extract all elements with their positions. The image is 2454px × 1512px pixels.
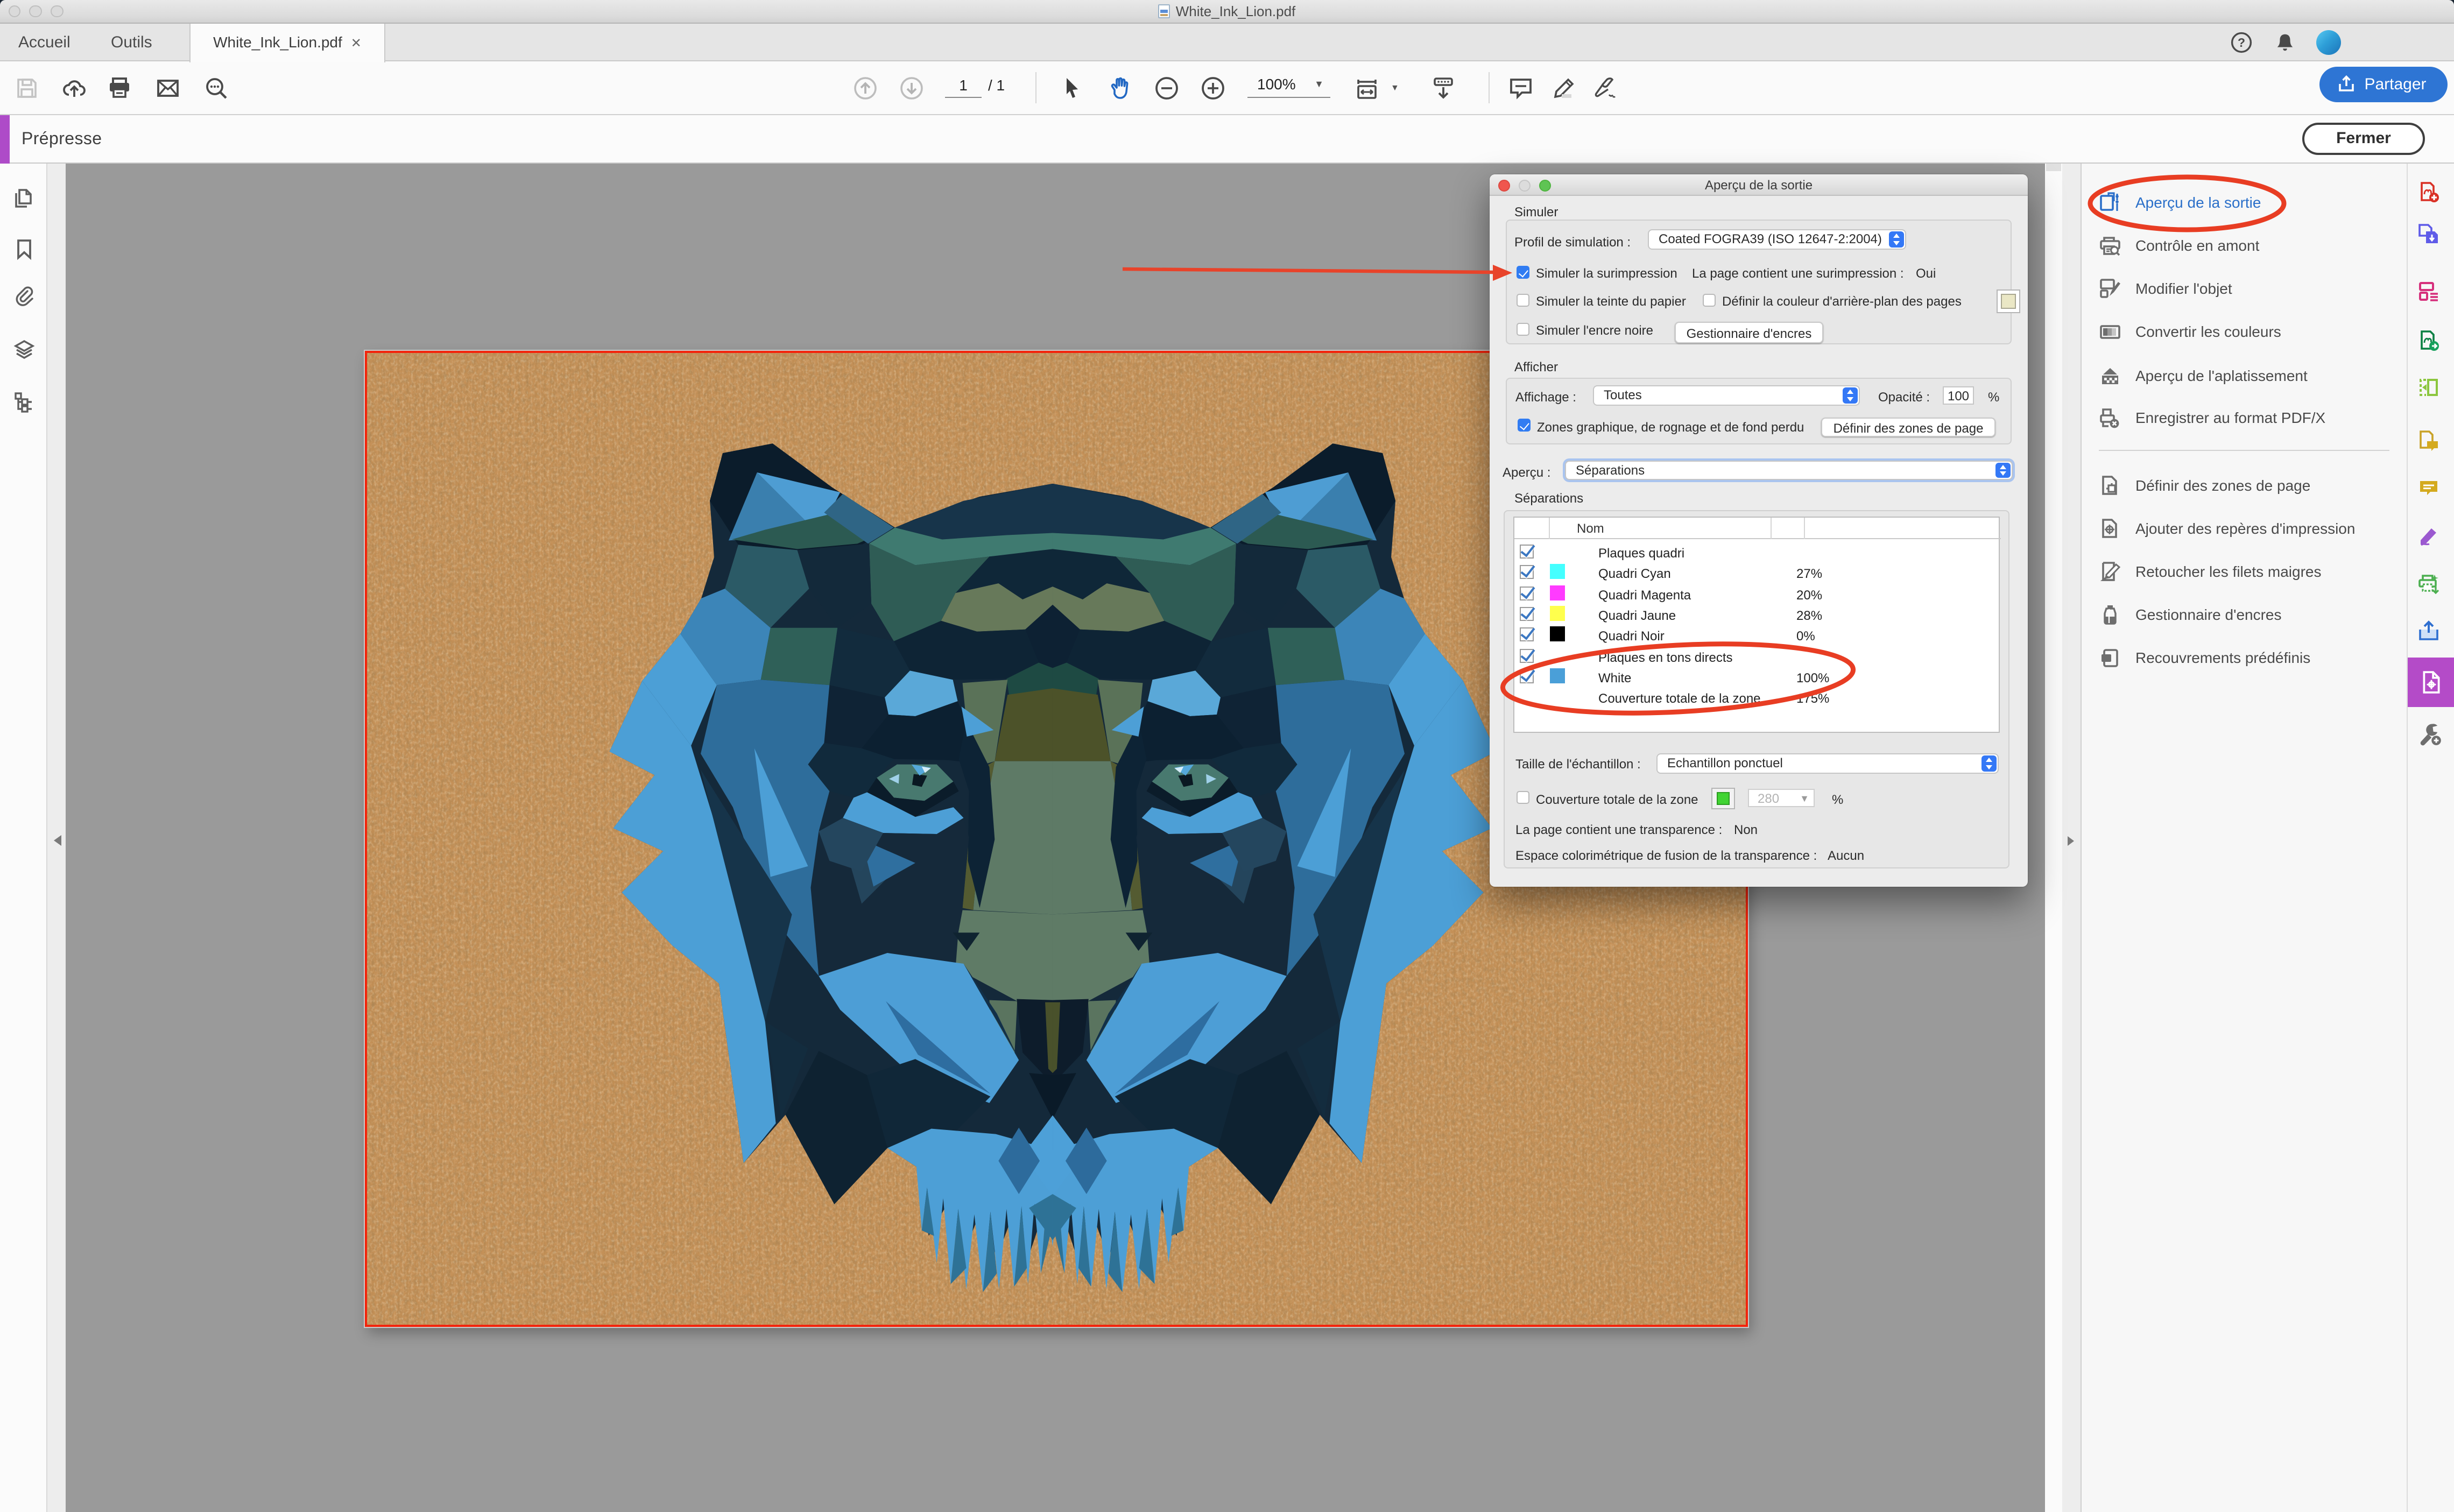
svg-text:?: ? xyxy=(2238,36,2245,50)
